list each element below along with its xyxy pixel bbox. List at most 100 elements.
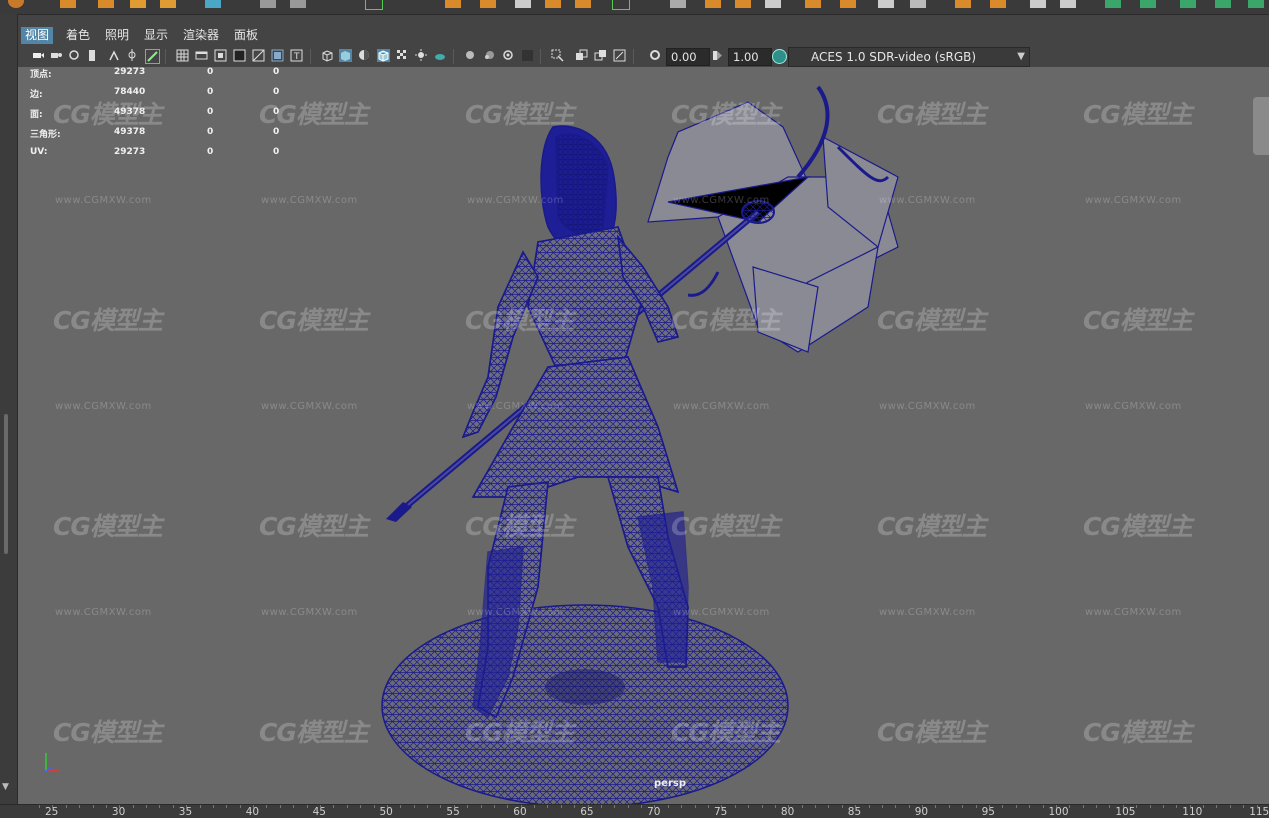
- rail-arrow-icon[interactable]: ▼: [2, 782, 9, 792]
- grease-pencil-icon[interactable]: [126, 49, 139, 62]
- 2d-pan-zoom-icon[interactable]: [108, 49, 121, 62]
- shelf-tool-icon[interactable]: [765, 0, 781, 8]
- menu-shading[interactable]: 着色: [62, 27, 94, 44]
- shelf-tool-icon[interactable]: [205, 0, 221, 8]
- view-transform-icon[interactable]: [772, 49, 787, 64]
- ruler-tick: [587, 805, 589, 808]
- ruler-tick: [132, 805, 134, 808]
- camera-attributes-icon[interactable]: [50, 49, 63, 62]
- shelf-tool-icon[interactable]: [290, 0, 306, 8]
- shelf-tool-icon[interactable]: [1060, 0, 1076, 8]
- ruler-tick: [1082, 805, 1084, 808]
- exposure-icon[interactable]: [649, 49, 662, 62]
- anti-aliasing-icon[interactable]: [502, 49, 515, 62]
- shelf-tool-icon[interactable]: [1248, 0, 1264, 8]
- menu-renderer[interactable]: 渲染器: [179, 27, 223, 44]
- shelf-tool-icon[interactable]: [1105, 0, 1121, 8]
- shelf-tool-icon[interactable]: [840, 0, 856, 8]
- ruler-tick: [975, 805, 977, 808]
- toolbar-separator: [310, 49, 311, 64]
- shelf-tool-icon[interactable]: [670, 0, 686, 8]
- menu-view[interactable]: 视图: [21, 27, 54, 44]
- shelf-tool-icon[interactable]: [990, 0, 1006, 8]
- grid-icon[interactable]: [176, 49, 189, 62]
- menu-show[interactable]: 显示: [140, 27, 172, 44]
- ruler-tick: [373, 805, 375, 808]
- ruler-tick-label: 100: [1048, 806, 1069, 818]
- shelf-tool-icon[interactable]: [445, 0, 461, 8]
- wireframe-cube-icon[interactable]: [321, 49, 334, 62]
- shelf-tool-icon[interactable]: [910, 0, 926, 8]
- safe-title-icon[interactable]: T: [290, 49, 303, 62]
- hud-label: 边:: [30, 90, 43, 100]
- shelf-tool-icon[interactable]: [1180, 0, 1196, 8]
- textured-icon[interactable]: [396, 49, 409, 62]
- shelf-tool-icon[interactable]: [260, 0, 276, 8]
- ruler-tick: [79, 805, 81, 808]
- shelf-tool-icon[interactable]: [705, 0, 721, 8]
- time-slider-ruler[interactable]: 25 30 35 40 45 50 55 60 65 70 75 80 85 90 95 100 105 110 1…: [0, 804, 1269, 818]
- view-cube-tab[interactable]: [1253, 97, 1269, 155]
- 3d-viewport[interactable]: 顶点: 29273 0 0 边: 78440 0 0 面: 49378 0 0 …: [18, 67, 1269, 804]
- pencil-icon[interactable]: [145, 49, 160, 64]
- lighting-icon[interactable]: [415, 49, 428, 62]
- xray-joints-icon[interactable]: [613, 49, 626, 62]
- default-material-icon[interactable]: [358, 49, 371, 62]
- resolution-gate-icon[interactable]: [214, 49, 227, 62]
- shelf-tool-icon[interactable]: [365, 0, 383, 10]
- shelf-tool-icon[interactable]: [98, 0, 114, 8]
- axis-gizmo-icon: [45, 753, 60, 772]
- shelf-tool-icon[interactable]: [60, 0, 76, 8]
- color-space-dropdown[interactable]: ACES 1.0 SDR-video (sRGB) ▼: [788, 47, 1030, 67]
- ruler-tick: [1015, 805, 1017, 808]
- ruler-tick: [146, 805, 148, 808]
- bookmark-icon[interactable]: [68, 49, 81, 62]
- shelf-tool-icon[interactable]: [612, 0, 630, 10]
- xray-active-components-icon[interactable]: [594, 49, 607, 62]
- ruler-tick-label: 105: [1115, 806, 1136, 818]
- camera-select-icon[interactable]: [32, 49, 45, 62]
- isolate-select-icon[interactable]: [551, 49, 564, 62]
- ruler-tick: [761, 805, 763, 808]
- axe-blade-mesh: [647, 85, 899, 353]
- gamma-field[interactable]: 1.00: [728, 48, 772, 66]
- menu-lighting[interactable]: 照明: [101, 27, 133, 44]
- shelf-tool-icon[interactable]: [160, 0, 176, 8]
- maya-logo-icon[interactable]: [8, 0, 24, 8]
- ruler-tick: [186, 805, 188, 808]
- rail-scroll-handle[interactable]: [4, 414, 8, 554]
- hud-row-faces: 面: 49378 0 0: [30, 107, 290, 120]
- ruler-tick: [748, 805, 750, 808]
- film-gate-icon[interactable]: [195, 49, 208, 62]
- smooth-shade-icon[interactable]: [339, 49, 352, 62]
- shelf-tool-icon[interactable]: [1140, 0, 1156, 8]
- shelf-tool-icon[interactable]: [1030, 0, 1046, 8]
- ruler-tick: [788, 805, 790, 808]
- hud-value: 0: [273, 107, 280, 117]
- safe-action-icon[interactable]: [271, 49, 284, 62]
- ruler-tick: [681, 805, 683, 808]
- exposure-field[interactable]: 0.00: [666, 48, 710, 66]
- xray-icon[interactable]: [575, 49, 588, 62]
- shelf-tool-icon[interactable]: [545, 0, 561, 8]
- gamma-icon[interactable]: [711, 49, 724, 62]
- shadows-icon[interactable]: [433, 49, 446, 62]
- shelf-tool-icon[interactable]: [1215, 0, 1231, 8]
- shelf-tool-icon[interactable]: [515, 0, 531, 8]
- shelf-tool-icon[interactable]: [878, 0, 894, 8]
- screen-space-ao-icon[interactable]: [464, 49, 477, 62]
- gate-mask-icon[interactable]: [233, 49, 246, 62]
- motion-blur-icon[interactable]: [483, 49, 496, 62]
- depth-of-field-icon[interactable]: [521, 49, 534, 62]
- shelf-tool-icon[interactable]: [805, 0, 821, 8]
- shelf-tool-icon[interactable]: [735, 0, 751, 8]
- field-chart-icon[interactable]: [252, 49, 265, 62]
- menu-panels[interactable]: 面板: [230, 27, 262, 44]
- image-plane-icon[interactable]: [86, 49, 99, 62]
- ruler-tick: [400, 805, 402, 808]
- shelf-tool-icon[interactable]: [480, 0, 496, 8]
- shelf-tool-icon[interactable]: [955, 0, 971, 8]
- shelf-tool-icon[interactable]: [130, 0, 146, 8]
- wireframe-on-shaded-icon[interactable]: [377, 49, 390, 62]
- shelf-tool-icon[interactable]: [575, 0, 591, 8]
